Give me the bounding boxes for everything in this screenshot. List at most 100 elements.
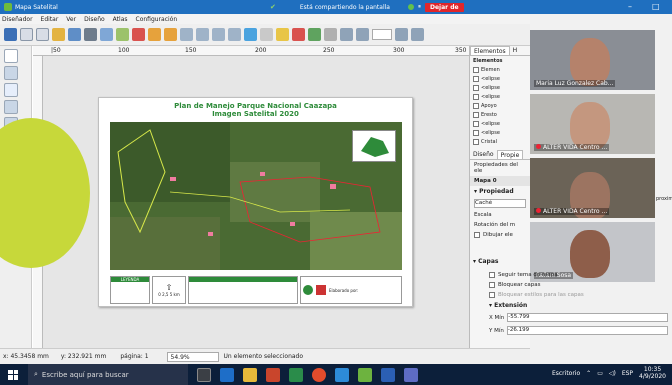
visibility-checkbox[interactable] [473, 93, 479, 100]
move-content-icon[interactable] [4, 100, 18, 114]
menu-editar[interactable]: Editar [41, 16, 59, 23]
group-items-icon[interactable] [292, 28, 305, 41]
pan-icon[interactable] [4, 49, 18, 63]
menu-diseno[interactable]: Diseño [84, 16, 105, 23]
visibility-checkbox[interactable] [473, 102, 479, 109]
language-indicator[interactable]: ESP [622, 370, 633, 377]
visibility-checkbox[interactable] [473, 138, 479, 145]
new-layout-icon[interactable] [20, 28, 33, 41]
excel-icon[interactable] [289, 367, 303, 382]
powerpoint-icon[interactable] [266, 367, 280, 382]
file-explorer-icon[interactable] [243, 367, 257, 382]
layer-row[interactable]: <elipse [470, 74, 530, 83]
redo-icon[interactable] [164, 28, 177, 41]
desktop-toolbar-label[interactable]: Escritorio [552, 370, 580, 377]
atlas-page-field[interactable] [372, 29, 392, 40]
follow-theme-checkbox[interactable] [489, 272, 495, 278]
menu-atlas[interactable]: Atlas [113, 16, 128, 23]
menu-disenador[interactable]: Diseñador [2, 16, 33, 23]
extent-section[interactable]: ▾ Extensión [485, 300, 672, 311]
zoom-in-icon[interactable] [196, 28, 209, 41]
layout-manager-icon[interactable] [68, 28, 81, 41]
video-tile[interactable]: Maria Luz Gonzalez Cab... [530, 30, 655, 90]
layer-row[interactable]: <elipse [470, 119, 530, 128]
draw-items-row[interactable]: Dibujar ele [470, 230, 530, 240]
zoom-full-icon[interactable] [180, 28, 193, 41]
layer-row[interactable]: <elipse [470, 128, 530, 137]
refresh-icon[interactable] [244, 28, 257, 41]
tab-diseno[interactable]: Diseño [470, 150, 497, 159]
print-icon[interactable] [84, 28, 97, 41]
lock-layers-checkbox[interactable] [489, 282, 495, 288]
visibility-checkbox[interactable] [473, 129, 479, 136]
network-icon[interactable]: ▭ [597, 370, 603, 377]
visibility-checkbox[interactable] [473, 75, 479, 82]
export-image-icon[interactable] [100, 28, 113, 41]
tab-historial[interactable]: H [510, 46, 521, 55]
zoom-app-icon[interactable] [335, 367, 349, 382]
draw-items-checkbox[interactable] [474, 232, 480, 238]
visibility-checkbox[interactable] [473, 66, 479, 73]
export-pdf-icon[interactable] [132, 28, 145, 41]
layout-page[interactable]: Plan de Manejo Parque Nacional Caazapa I… [98, 97, 413, 307]
qgis-taskbar-icon[interactable] [358, 367, 372, 382]
xmin-input[interactable]: -55.799 [507, 313, 668, 322]
select-tool-icon[interactable] [4, 83, 18, 97]
task-view-icon[interactable] [197, 367, 211, 382]
cache-row[interactable]: Caché [470, 197, 530, 210]
menu-configuracion[interactable]: Configuración [136, 16, 178, 23]
minimize-button[interactable]: – [628, 2, 632, 11]
ungroup-items-icon[interactable] [308, 28, 321, 41]
word-icon[interactable] [381, 367, 395, 382]
save-icon[interactable] [4, 28, 17, 41]
tab-elementos[interactable]: Elementos [470, 46, 510, 55]
cache-combo[interactable]: Caché [474, 199, 526, 208]
lock-styles-checkbox[interactable] [489, 292, 495, 298]
zoom-out-icon[interactable] [212, 28, 225, 41]
volume-icon[interactable]: ◁) [609, 370, 616, 377]
taskbar-search-box[interactable]: ⌕ Escribe aquí para buscar [28, 364, 188, 385]
atlas-preview-icon[interactable] [324, 28, 337, 41]
undo-icon[interactable] [148, 28, 161, 41]
zoom-combo[interactable]: 54.9% [166, 351, 219, 362]
duplicate-layout-icon[interactable] [36, 28, 49, 41]
follow-theme-row[interactable]: Seguir tema de mapa [485, 270, 672, 280]
unlock-items-icon[interactable] [276, 28, 289, 41]
visibility-checkbox[interactable] [473, 120, 479, 127]
layer-row[interactable]: <elipse [470, 83, 530, 92]
layer-row[interactable]: Elemen [470, 65, 530, 74]
clock[interactable]: 10:35 4/9/2020 [639, 366, 666, 380]
tab-propiedades[interactable]: Propie [496, 150, 524, 159]
video-tile[interactable]: ALTER VIDA Centro ... [530, 94, 655, 154]
maximize-button[interactable]: □ [652, 2, 660, 11]
teams-icon[interactable] [404, 367, 418, 382]
next-feature-icon[interactable] [395, 28, 408, 41]
visibility-checkbox[interactable] [473, 84, 479, 91]
first-feature-icon[interactable] [340, 28, 353, 41]
ymin-input[interactable]: -26.199 [506, 326, 668, 335]
layer-row[interactable]: <elipse [470, 92, 530, 101]
stop-share-button[interactable]: Dejar de [425, 2, 464, 12]
windows-start-icon[interactable] [8, 369, 18, 380]
layers-section[interactable]: ▾ Capas [469, 256, 530, 267]
video-tile[interactable]: ALTER VIDA Centro ... [530, 158, 655, 218]
edge-icon[interactable] [220, 367, 234, 382]
export-svg-icon[interactable] [116, 28, 129, 41]
layer-row[interactable]: Cristal [470, 137, 530, 146]
zoom-actual-icon[interactable] [228, 28, 241, 41]
lock-layers-row[interactable]: Bloquear capas [485, 280, 672, 290]
pause-share-icon[interactable]: ⏸ [418, 3, 421, 11]
main-props-section[interactable]: ▾ Propiedad [470, 186, 530, 197]
last-feature-icon[interactable] [411, 28, 424, 41]
open-folder-icon[interactable] [52, 28, 65, 41]
tray-chevron-icon[interactable]: ⌃ [586, 370, 591, 377]
layer-row[interactable]: Apoyo [470, 101, 530, 110]
previous-feature-icon[interactable] [356, 28, 369, 41]
lock-styles-row[interactable]: Bloquear estilos para las capas [485, 290, 672, 300]
zoom-tool-icon[interactable] [4, 66, 18, 80]
menu-ver[interactable]: Ver [66, 16, 76, 23]
visibility-checkbox[interactable] [473, 111, 479, 118]
chrome-icon[interactable] [312, 367, 326, 382]
lock-items-icon[interactable] [260, 28, 273, 41]
layer-row[interactable]: Eresto [470, 110, 530, 119]
